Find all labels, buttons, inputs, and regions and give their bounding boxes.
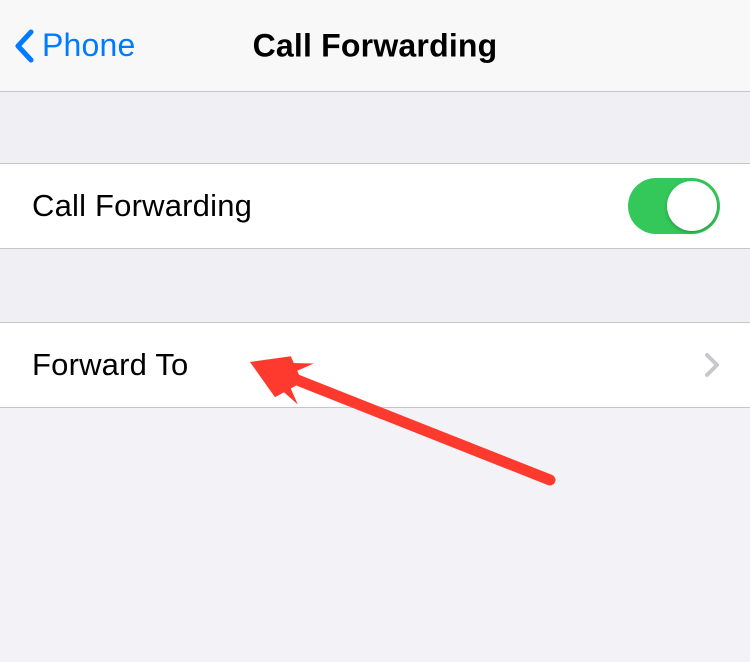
section-spacer xyxy=(0,92,750,163)
forward-to-row[interactable]: Forward To xyxy=(0,322,750,408)
call-forwarding-toggle[interactable] xyxy=(628,178,720,234)
toggle-knob xyxy=(667,181,717,231)
back-button[interactable]: Phone xyxy=(12,27,136,65)
forward-to-label: Forward To xyxy=(32,347,189,383)
call-forwarding-label: Call Forwarding xyxy=(32,188,252,224)
chevron-left-icon xyxy=(12,27,36,65)
chevron-right-icon xyxy=(704,352,720,378)
page-title: Call Forwarding xyxy=(253,27,498,64)
navigation-bar: Phone Call Forwarding xyxy=(0,0,750,92)
section-spacer xyxy=(0,249,750,322)
back-label: Phone xyxy=(42,27,136,64)
call-forwarding-row: Call Forwarding xyxy=(0,163,750,249)
